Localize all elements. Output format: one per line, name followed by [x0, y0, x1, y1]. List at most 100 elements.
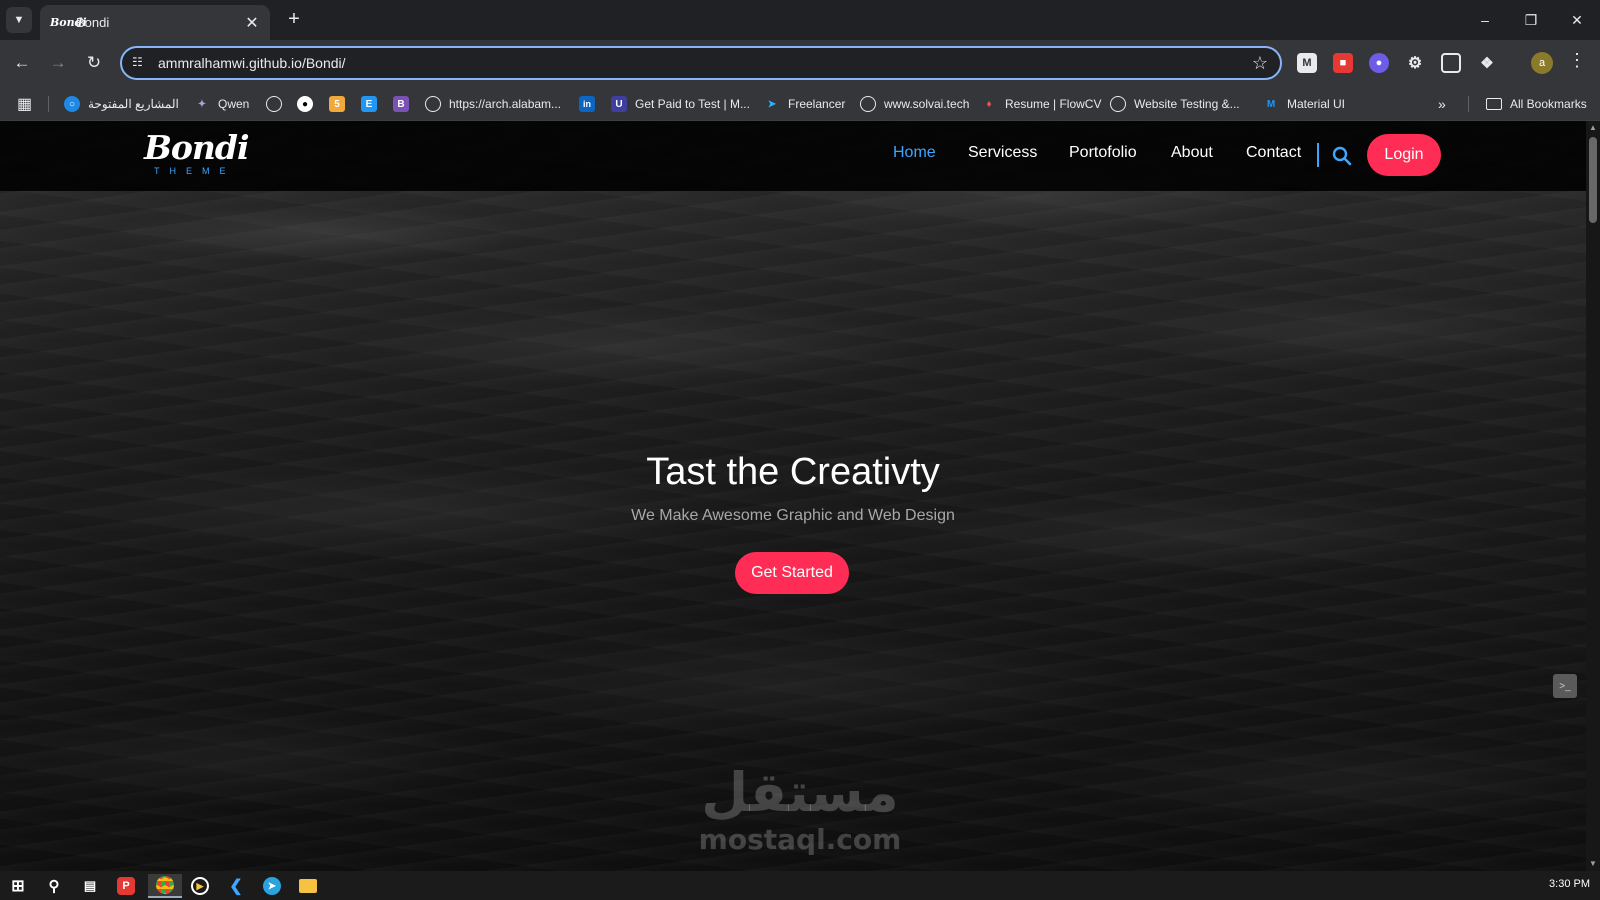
nav-about[interactable]: About: [1171, 144, 1213, 162]
taskbar-explorer-icon[interactable]: [296, 874, 320, 898]
side-widget-icon[interactable]: >_: [1553, 674, 1577, 698]
bookmark-item[interactable]: [266, 94, 290, 114]
nav-portfolio[interactable]: Portofolio: [1069, 144, 1137, 162]
bookmark-item[interactable]: ♦ Resume | FlowCV: [981, 94, 1101, 114]
windows-start-icon[interactable]: ⊞: [6, 874, 30, 898]
nav-home[interactable]: Home: [893, 144, 936, 162]
extension-ai-icon[interactable]: ●: [1369, 53, 1389, 73]
extension-window-icon[interactable]: [1441, 53, 1461, 73]
bookmark-item[interactable]: B: [393, 94, 417, 114]
taskbar-telegram-icon[interactable]: ➤: [260, 874, 284, 898]
back-icon[interactable]: ←: [9, 50, 35, 76]
bookmarks-bar: ▦ ○ المشاريع المفتوحة ✦ Qwen ● 5 E B htt…: [0, 86, 1600, 121]
nav-divider: [1317, 143, 1319, 167]
taskbar-search-icon[interactable]: ⚲: [42, 874, 66, 898]
bookmark-item[interactable]: ➤ Freelancer: [764, 94, 846, 114]
search-icon[interactable]: [1331, 145, 1353, 167]
bookmark-item[interactable]: https://arch.alabam...: [425, 94, 561, 114]
bookmark-label: Freelancer: [788, 97, 846, 111]
bookmark-label: https://arch.alabam...: [449, 97, 562, 111]
forward-icon[interactable]: →: [45, 50, 71, 76]
login-button[interactable]: Login: [1367, 134, 1441, 176]
page-scrollbar[interactable]: ▲ ▼: [1586, 121, 1600, 871]
qwen-icon: ✦: [197, 98, 207, 110]
mostaql-icon: ○: [64, 96, 80, 112]
bookmark-item[interactable]: ✦ Qwen: [194, 94, 250, 114]
taskbar-chrome-icon[interactable]: [148, 874, 182, 898]
taskbar-media-icon[interactable]: ▶: [188, 874, 212, 898]
watermark-arabic: مستقل: [701, 761, 899, 824]
bookmark-label: Get Paid to Test | M...: [635, 97, 750, 111]
logo-subtext: THEME: [154, 166, 236, 176]
bookmarks-separator: [48, 96, 49, 112]
close-window-icon[interactable]: ✕: [1554, 0, 1600, 40]
hero-background: [0, 121, 1586, 871]
browser-tab[interactable]: Bondi Bondi ✕: [40, 5, 270, 40]
html5-icon: 5: [329, 96, 345, 112]
taskbar-vscode-icon[interactable]: ❮: [224, 874, 248, 898]
globe-icon: [1110, 96, 1126, 112]
profile-avatar[interactable]: a: [1531, 52, 1553, 74]
browser-menu-icon[interactable]: ⋮: [1568, 50, 1586, 71]
tab-search-icon[interactable]: ▼: [6, 7, 32, 33]
site-info-icon[interactable]: ☷: [132, 55, 148, 71]
nav-contact[interactable]: Contact: [1246, 144, 1301, 162]
bookmark-item[interactable]: in: [579, 94, 603, 114]
bookmark-label: Resume | FlowCV: [1005, 97, 1102, 111]
bookmark-item[interactable]: U Get Paid to Test | M...: [611, 94, 750, 114]
bookmark-item[interactable]: E: [361, 94, 385, 114]
extension-gear-icon[interactable]: ⚙: [1405, 53, 1425, 73]
bookmark-label: Material UI: [1287, 97, 1346, 111]
address-bar[interactable]: ☷ ammralhamwi.github.io/Bondi/ ☆: [120, 46, 1282, 80]
address-url[interactable]: ammralhamwi.github.io/Bondi/: [158, 55, 346, 71]
mui-icon: M: [1266, 98, 1276, 110]
scroll-up-icon[interactable]: ▲: [1588, 123, 1598, 133]
screen: ▼ Bondi Bondi ✕ + – ❐ ✕ ← → ↻ ☷ ammralha…: [0, 0, 1600, 900]
get-started-button[interactable]: Get Started: [735, 552, 849, 594]
browser-tab-strip: ▼ Bondi Bondi ✕ + – ❐ ✕: [0, 0, 1600, 40]
new-tab-button[interactable]: +: [282, 8, 306, 32]
all-bookmarks[interactable]: All Bookmarks: [1486, 94, 1587, 114]
tab-close-icon[interactable]: ✕: [244, 13, 260, 33]
scrollbar-thumb[interactable]: [1589, 137, 1597, 223]
github-icon: ●: [297, 96, 313, 112]
os-taskbar: ⊞ ⚲ ▤ P ▶ ❮ ➤ 3:30 PM: [0, 871, 1600, 900]
bookmark-label: المشاريع المفتوحة: [88, 97, 179, 111]
watermark-latin: mostaql.com: [698, 823, 902, 856]
minimize-icon[interactable]: –: [1462, 0, 1508, 40]
browser-toolbar: ← → ↻ ☷ ammralhamwi.github.io/Bondi/ ☆ M…: [0, 40, 1600, 86]
bookmark-item[interactable]: 5: [329, 94, 353, 114]
scroll-down-icon[interactable]: ▼: [1588, 859, 1598, 869]
nav-services[interactable]: Servicess: [968, 144, 1037, 162]
logo-text: Bondi: [144, 128, 250, 167]
taskbar-clock: 3:30 PM: [1549, 878, 1590, 890]
folder-icon: [1486, 98, 1502, 110]
extension-mail-icon[interactable]: M: [1297, 53, 1317, 73]
flowcv-icon: ♦: [986, 98, 992, 110]
bookmark-item[interactable]: Website Testing &...: [1110, 94, 1240, 114]
bookmark-label: Website Testing &...: [1134, 97, 1240, 111]
all-bookmarks-label: All Bookmarks: [1510, 97, 1587, 111]
utest-icon: U: [611, 96, 627, 112]
bookmark-item[interactable]: www.solvai.tech: [860, 94, 969, 114]
apps-grid-icon[interactable]: ▦: [17, 94, 32, 114]
bookmark-star-icon[interactable]: ☆: [1252, 53, 1268, 74]
reload-icon[interactable]: ↻: [81, 50, 107, 76]
task-view-icon[interactable]: ▤: [78, 874, 102, 898]
bookmark-item[interactable]: M Material UI: [1263, 94, 1345, 114]
globe-icon: [266, 96, 282, 112]
taskbar-app-red[interactable]: P: [114, 874, 138, 898]
bookmark-item[interactable]: ○ المشاريع المفتوحة: [64, 94, 179, 114]
extensions-puzzle-icon[interactable]: ❖: [1477, 53, 1497, 73]
watermark: مستقل mostaql.com: [680, 761, 920, 871]
restore-icon[interactable]: ❐: [1508, 0, 1554, 40]
bookmarks-overflow-icon[interactable]: »: [1438, 94, 1446, 114]
extension-red-icon[interactable]: ■: [1333, 53, 1353, 73]
tab-favicon-icon: Bondi: [50, 16, 87, 29]
bookmark-label: www.solvai.tech: [884, 97, 970, 111]
site-logo[interactable]: Bondi THEME: [144, 128, 250, 181]
globe-icon: [860, 96, 876, 112]
bookmarks-separator: [1468, 96, 1469, 112]
bookmark-item[interactable]: ●: [297, 94, 321, 114]
hero-title: Tast the Creativty: [646, 451, 940, 493]
